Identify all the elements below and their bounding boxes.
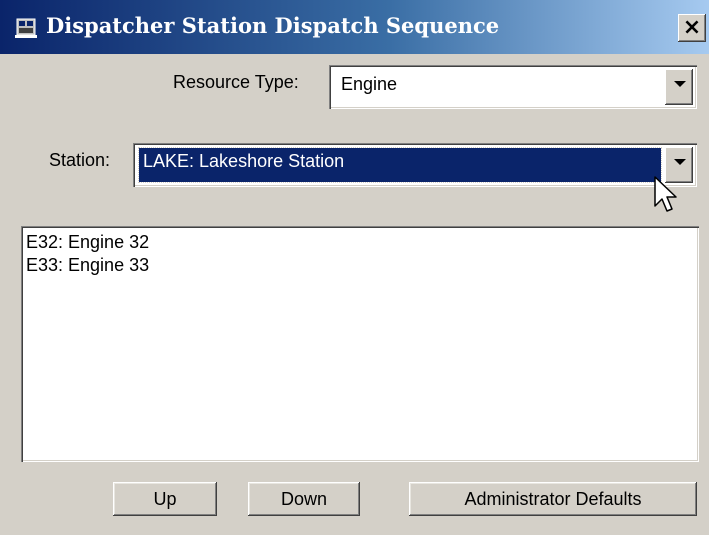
station-select[interactable]: LAKE: Lakeshore Station xyxy=(133,143,697,187)
close-button[interactable]: × xyxy=(678,14,706,42)
chevron-down-icon xyxy=(674,159,686,165)
up-button[interactable]: Up xyxy=(113,482,217,516)
window-title: Dispatcher Station Dispatch Sequence xyxy=(46,13,500,38)
station-label: Station: xyxy=(49,150,111,170)
mouse-pointer-icon xyxy=(654,176,677,212)
down-button[interactable]: Down xyxy=(248,482,360,516)
administrator-defaults-button[interactable]: Administrator Defaults xyxy=(409,482,697,516)
resource-type-select[interactable]: Engine xyxy=(329,65,697,109)
close-icon: × xyxy=(682,15,702,40)
resource-type-label: Resource Type: xyxy=(173,72,299,92)
app-window-icon xyxy=(15,18,37,38)
title-bar[interactable]: Dispatcher Station Dispatch Sequence × xyxy=(0,0,709,54)
station-value: LAKE: Lakeshore Station xyxy=(143,151,345,171)
resource-type-dropdown-button[interactable] xyxy=(665,69,693,105)
chevron-down-icon xyxy=(674,81,686,87)
station-selection-highlight: LAKE: Lakeshore Station xyxy=(138,147,662,183)
list-item[interactable]: E33: Engine 33 xyxy=(26,255,149,276)
resource-list[interactable]: E32: Engine 32 E33: Engine 33 xyxy=(21,226,699,462)
resource-type-value: Engine xyxy=(341,74,398,94)
list-item[interactable]: E32: Engine 32 xyxy=(26,232,149,253)
